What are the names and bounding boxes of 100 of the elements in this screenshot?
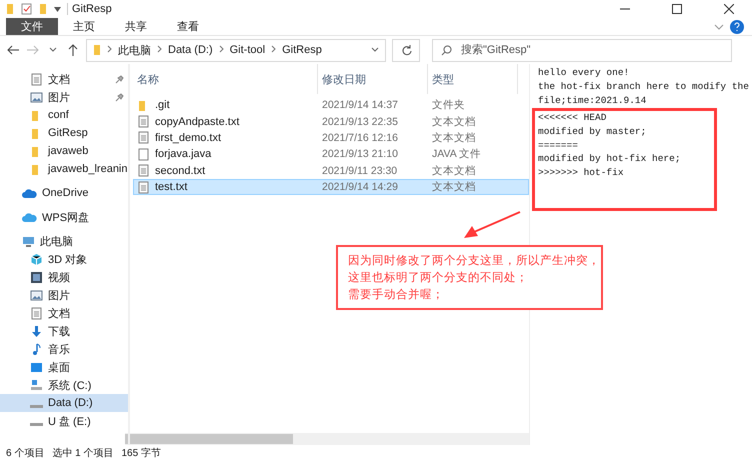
annotation-arrow (462, 210, 522, 240)
document-icon (137, 180, 150, 194)
ribbon-tab[interactable]: 共享 (110, 18, 162, 35)
chevron-down-icon (49, 47, 57, 53)
drive-icon (30, 422, 43, 426)
file-row[interactable]: second.txt 2021/9/11 23:30 文本文档 (133, 162, 529, 179)
document-icon (30, 72, 43, 86)
modified-date: 2021/9/14 14:29 (321, 181, 399, 194)
sidebar-item[interactable]: OneDrive (0, 184, 128, 202)
sidebar-item[interactable]: 此电脑 (0, 232, 128, 250)
window-title: GitResp (67, 3, 112, 15)
selection-size: 165 字节 (121, 446, 161, 460)
file-row[interactable]: .git 2021/9/14 14:37 文件夹 (133, 97, 529, 114)
sidebar-item[interactable]: Data (D:) (0, 394, 128, 412)
preview-line: modified by hot-fix here; (538, 152, 682, 166)
down-arrow-icon (30, 324, 43, 338)
address-bar[interactable]: 此电脑 Data (D:) Git-tool GitResp (86, 38, 386, 62)
file-type: 文本文档 (431, 180, 477, 194)
column-header[interactable]: 类型 (428, 64, 518, 94)
document-icon (137, 131, 150, 144)
file-row[interactable]: copyAndpaste.txt 2021/9/13 22:35 文本文档 (133, 113, 529, 130)
file-name: .git (155, 99, 170, 112)
modified-date: 2021/9/13 21:10 (321, 148, 399, 160)
file-name: test.txt (155, 181, 188, 194)
selection-count: 选中 1 个项目 (52, 446, 114, 460)
computer-icon (22, 234, 35, 248)
maximize-icon (672, 4, 682, 14)
ribbon-tab[interactable]: 查看 (162, 18, 214, 35)
file-name: second.txt (155, 164, 206, 177)
ribbon-tab[interactable]: 文件 (6, 18, 58, 35)
file-icon (137, 148, 150, 161)
film-icon (30, 270, 43, 284)
file-row[interactable]: forjava.java 2021/9/13 21:10 JAVA 文件 (133, 146, 529, 163)
sidebar-item[interactable]: 系统 (C:) (0, 376, 128, 394)
folder-icon (6, 3, 15, 15)
help-icon[interactable] (730, 20, 744, 34)
folder-icon (39, 3, 48, 15)
modified-date: 2021/9/14 14:37 (321, 99, 399, 112)
file-type: JAVA 文件 (431, 147, 482, 162)
sidebar-item[interactable]: U 盘 (E:) (0, 412, 128, 430)
dropdown-caret-icon[interactable] (54, 6, 61, 12)
modified-date: 2021/7/16 12:16 (321, 132, 399, 144)
breadcrumb[interactable]: GitResp (282, 44, 322, 56)
document-icon (137, 115, 150, 128)
file-row[interactable]: test.txt 2021/9/14 14:29 文本文档 (133, 178, 529, 196)
modified-date: 2021/9/11 23:30 (321, 164, 398, 177)
horizontal-scrollbar[interactable] (125, 433, 529, 445)
breadcrumb[interactable]: Data (D:) (168, 44, 213, 56)
file-type: 文本文档 (431, 114, 477, 129)
sidebar-item[interactable]: WPS网盘 (0, 208, 128, 226)
sidebar-item[interactable]: conf (0, 106, 128, 124)
sidebar-item[interactable]: 3D 对象 (0, 250, 128, 268)
sidebar-item[interactable]: 图片 (0, 286, 128, 304)
sidebar-item[interactable]: 桌面 (0, 358, 128, 376)
annotation-text: 这里也标明了两个分支的不同处； (348, 270, 529, 286)
ribbon-tab[interactable]: 主页 (58, 18, 110, 35)
sidebar-item[interactable]: 音乐 (0, 340, 128, 358)
drive-icon (30, 404, 43, 408)
sidebar-item[interactable]: 视频 (0, 268, 128, 286)
document-icon (30, 306, 43, 320)
properties-icon[interactable] (21, 3, 33, 15)
preview-line: file;time:2021.9.14 (538, 94, 648, 108)
search-field[interactable]: 搜索"GitResp" (432, 38, 732, 62)
folder-icon (93, 44, 101, 56)
file-type: 文本文档 (431, 164, 477, 178)
search-icon (441, 44, 452, 56)
cube-icon (30, 252, 43, 266)
file-name: first_demo.txt (155, 132, 222, 144)
sidebar-item[interactable]: 下载 (0, 322, 128, 340)
file-name: copyAndpaste.txt (155, 116, 240, 128)
column-header[interactable]: 名称 (133, 64, 318, 94)
sidebar-item[interactable]: javaweb (0, 142, 128, 160)
breadcrumb[interactable]: 此电脑 (118, 42, 151, 58)
file-type: 文本文档 (431, 130, 477, 145)
back-button[interactable] (6, 43, 20, 57)
document-icon (137, 164, 150, 178)
cloud-icon (22, 212, 37, 222)
preview-line: >>>>>>> hot-fix (538, 166, 625, 180)
breadcrumb[interactable]: Git-tool (230, 44, 266, 56)
annotation-text: 需要手动合并喔； (348, 287, 445, 303)
preview-line: ======= (538, 138, 579, 152)
close-icon (724, 4, 734, 14)
file-name: forjava.java (155, 148, 212, 160)
sidebar-item[interactable]: 图片 (0, 88, 128, 106)
sidebar-item[interactable]: 文档 (0, 304, 128, 322)
modified-date: 2021/9/13 22:35 (321, 116, 399, 128)
preview-line: the hot-fix branch here to modify the (538, 80, 750, 94)
chevron-down-icon[interactable] (371, 47, 379, 53)
sidebar-item[interactable]: javaweb_lreanin (0, 160, 128, 178)
refresh-icon (400, 44, 412, 56)
file-type: 文件夹 (431, 98, 466, 112)
up-button[interactable] (66, 43, 80, 57)
picture-icon (30, 90, 43, 104)
column-header[interactable]: 修改日期 (318, 64, 428, 94)
picture-icon (30, 288, 43, 302)
refresh-button[interactable] (392, 38, 420, 62)
drive-icon (30, 378, 43, 392)
sidebar-item[interactable]: 文档 (0, 70, 128, 88)
sidebar-item[interactable]: GitResp (0, 124, 128, 142)
file-row[interactable]: first_demo.txt 2021/7/16 12:16 文本文档 (133, 130, 529, 146)
